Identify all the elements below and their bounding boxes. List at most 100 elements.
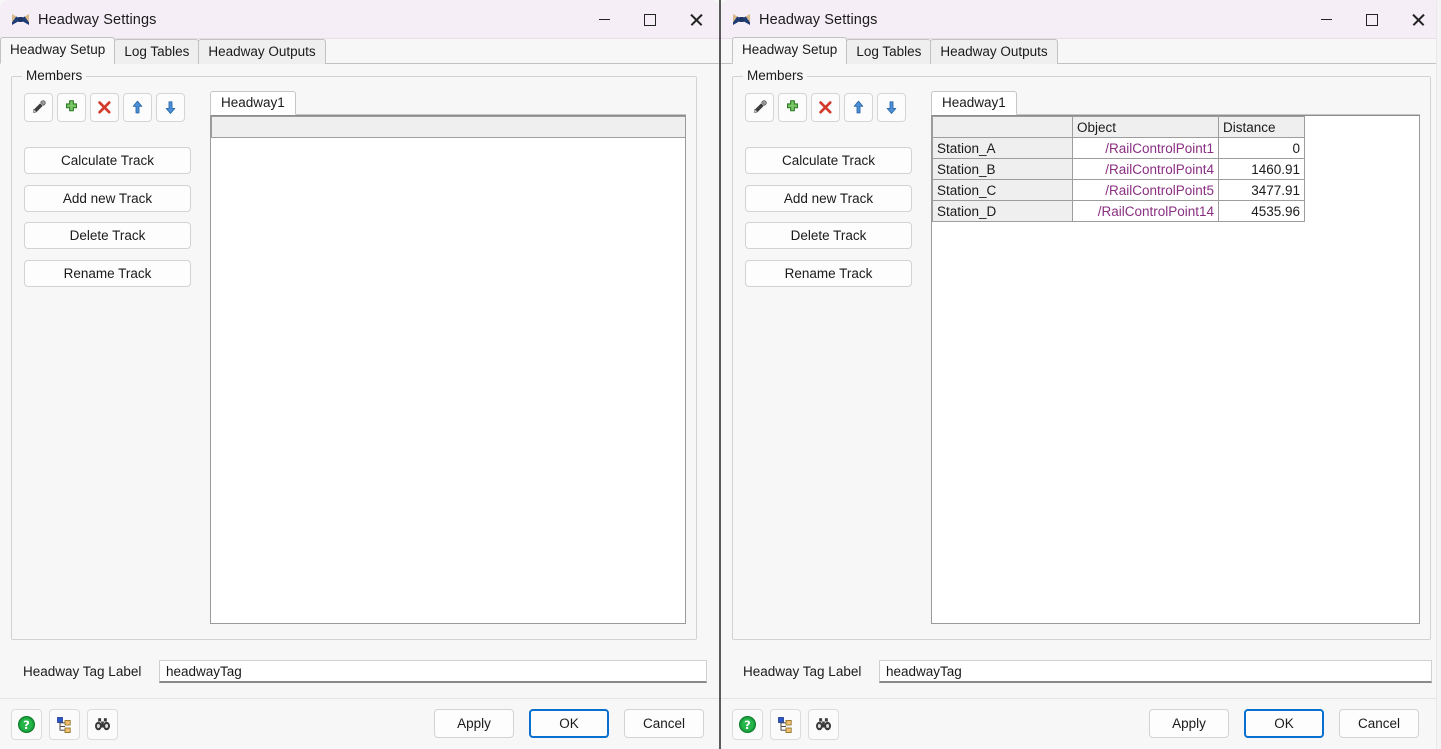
main-tabs: Headway Setup Log Tables Headway Outputs bbox=[0, 39, 719, 64]
tab-log-tables[interactable]: Log Tables bbox=[114, 39, 199, 64]
add-new-track-button[interactable]: Add new Track bbox=[745, 185, 912, 212]
headway-tag-label: Headway Tag Label bbox=[23, 664, 141, 679]
cell-object[interactable]: /RailControlPoint1 bbox=[1073, 138, 1219, 159]
bowtie-app-icon bbox=[12, 11, 29, 28]
cell-station[interactable]: Station_C bbox=[933, 180, 1073, 201]
maximize-button[interactable] bbox=[1349, 0, 1395, 39]
delete-track-button[interactable]: Delete Track bbox=[745, 222, 912, 249]
window-controls bbox=[1303, 0, 1441, 39]
close-button[interactable] bbox=[673, 0, 719, 39]
window-headway-settings-right: Headway Settings Headway Setup Log Table… bbox=[721, 0, 1441, 749]
binoculars-icon[interactable] bbox=[87, 709, 118, 740]
grid-col-distance[interactable]: Distance bbox=[1219, 117, 1305, 138]
member-toolbar bbox=[24, 93, 185, 122]
pick-tool-icon[interactable] bbox=[24, 93, 53, 122]
footer-actions-right: Apply OK Cancel bbox=[1149, 709, 1419, 738]
table-row[interactable]: Station_D /RailControlPoint14 4535.96 bbox=[933, 201, 1305, 222]
tab-log-tables[interactable]: Log Tables bbox=[846, 39, 931, 64]
help-icon[interactable]: ? bbox=[732, 709, 763, 740]
close-icon bbox=[1412, 13, 1425, 26]
grid-body: Station_A /RailControlPoint1 0 Station_B… bbox=[933, 138, 1305, 222]
table-row[interactable]: Station_B /RailControlPoint4 1460.91 bbox=[933, 159, 1305, 180]
pick-tool-icon[interactable] bbox=[745, 93, 774, 122]
cell-station[interactable]: Station_D bbox=[933, 201, 1073, 222]
delete-icon[interactable] bbox=[811, 93, 840, 122]
cell-distance[interactable]: 4535.96 bbox=[1219, 201, 1305, 222]
cell-distance[interactable]: 3477.91 bbox=[1219, 180, 1305, 201]
cell-object[interactable]: /RailControlPoint5 bbox=[1073, 180, 1219, 201]
headway-tag-input[interactable]: headwayTag bbox=[159, 660, 707, 683]
tab-headway-outputs[interactable]: Headway Outputs bbox=[930, 39, 1057, 64]
grid-header-row bbox=[212, 117, 687, 138]
apply-button[interactable]: Apply bbox=[434, 709, 514, 738]
add-icon[interactable] bbox=[778, 93, 807, 122]
footer-icon-group: ? bbox=[732, 709, 839, 740]
panel-tabs: Headway1 bbox=[210, 93, 686, 115]
move-up-icon[interactable] bbox=[123, 93, 152, 122]
minimize-button[interactable] bbox=[1303, 0, 1349, 39]
tree-browser-icon[interactable] bbox=[49, 709, 80, 740]
add-icon[interactable] bbox=[57, 93, 86, 122]
rename-track-button[interactable]: Rename Track bbox=[745, 260, 912, 287]
members-grid-left[interactable] bbox=[210, 115, 686, 624]
table-row[interactable]: Station_A /RailControlPoint1 0 bbox=[933, 138, 1305, 159]
member-toolbar bbox=[745, 93, 906, 122]
cell-object[interactable]: /RailControlPoint4 bbox=[1073, 159, 1219, 180]
add-new-track-button[interactable]: Add new Track bbox=[24, 185, 191, 212]
cell-distance[interactable]: 1460.91 bbox=[1219, 159, 1305, 180]
grid-col-object[interactable]: Object bbox=[1073, 117, 1219, 138]
binoculars-icon[interactable] bbox=[808, 709, 839, 740]
cell-object[interactable]: /RailControlPoint14 bbox=[1073, 201, 1219, 222]
help-icon[interactable]: ? bbox=[11, 709, 42, 740]
minimize-icon bbox=[599, 19, 610, 21]
members-groupbox: Members bbox=[11, 76, 697, 640]
minimize-icon bbox=[1321, 19, 1332, 21]
grid-col-blank[interactable] bbox=[933, 117, 1073, 138]
close-button[interactable] bbox=[1395, 0, 1441, 39]
delete-track-button[interactable]: Delete Track bbox=[24, 222, 191, 249]
calculate-track-button[interactable]: Calculate Track bbox=[24, 147, 191, 174]
window-title: Headway Settings bbox=[38, 12, 156, 28]
window-title: Headway Settings bbox=[759, 12, 877, 28]
cell-station[interactable]: Station_B bbox=[933, 159, 1073, 180]
main-tabs: Headway Setup Log Tables Headway Outputs bbox=[721, 39, 1441, 64]
grid-col-blank[interactable] bbox=[212, 117, 687, 138]
minimize-button[interactable] bbox=[581, 0, 627, 39]
members-groupbox: Members bbox=[732, 76, 1431, 640]
calculate-track-button[interactable]: Calculate Track bbox=[745, 147, 912, 174]
move-up-icon[interactable] bbox=[844, 93, 873, 122]
screen: Headway Settings Headway Setup Log Table… bbox=[0, 0, 1441, 749]
members-grid-right[interactable]: Object Distance Station_A /RailControlPo… bbox=[931, 115, 1420, 624]
cancel-button[interactable]: Cancel bbox=[1339, 709, 1419, 738]
cell-distance[interactable]: 0 bbox=[1219, 138, 1305, 159]
cancel-button[interactable]: Cancel bbox=[624, 709, 704, 738]
svg-text:?: ? bbox=[744, 718, 751, 732]
window-controls bbox=[581, 0, 719, 39]
tree-browser-icon[interactable] bbox=[770, 709, 801, 740]
members-groupbox-title: Members bbox=[743, 68, 807, 83]
rename-track-button[interactable]: Rename Track bbox=[24, 260, 191, 287]
panel-tab-headway1[interactable]: Headway1 bbox=[210, 91, 296, 115]
maximize-button[interactable] bbox=[627, 0, 673, 39]
titlebar: Headway Settings bbox=[721, 0, 1441, 39]
panel-tab-headway1[interactable]: Headway1 bbox=[931, 91, 1017, 115]
headway-tag-input[interactable]: headwayTag bbox=[879, 660, 1432, 683]
footer-left: ? bbox=[0, 698, 719, 749]
ok-button[interactable]: OK bbox=[529, 709, 609, 738]
footer-actions-left: Apply OK Cancel bbox=[434, 709, 704, 738]
svg-text:?: ? bbox=[23, 718, 30, 732]
apply-button[interactable]: Apply bbox=[1149, 709, 1229, 738]
window-right-edge-strip bbox=[1436, 0, 1441, 749]
tab-headway-setup[interactable]: Headway Setup bbox=[0, 37, 115, 64]
headway-tag-label: Headway Tag Label bbox=[743, 664, 861, 679]
maximize-icon bbox=[1366, 14, 1378, 26]
delete-icon[interactable] bbox=[90, 93, 119, 122]
move-down-icon[interactable] bbox=[877, 93, 906, 122]
ok-button[interactable]: OK bbox=[1244, 709, 1324, 738]
move-down-icon[interactable] bbox=[156, 93, 185, 122]
tab-headway-outputs[interactable]: Headway Outputs bbox=[198, 39, 325, 64]
titlebar: Headway Settings bbox=[0, 0, 719, 39]
cell-station[interactable]: Station_A bbox=[933, 138, 1073, 159]
tab-headway-setup[interactable]: Headway Setup bbox=[732, 37, 847, 64]
table-row[interactable]: Station_C /RailControlPoint5 3477.91 bbox=[933, 180, 1305, 201]
